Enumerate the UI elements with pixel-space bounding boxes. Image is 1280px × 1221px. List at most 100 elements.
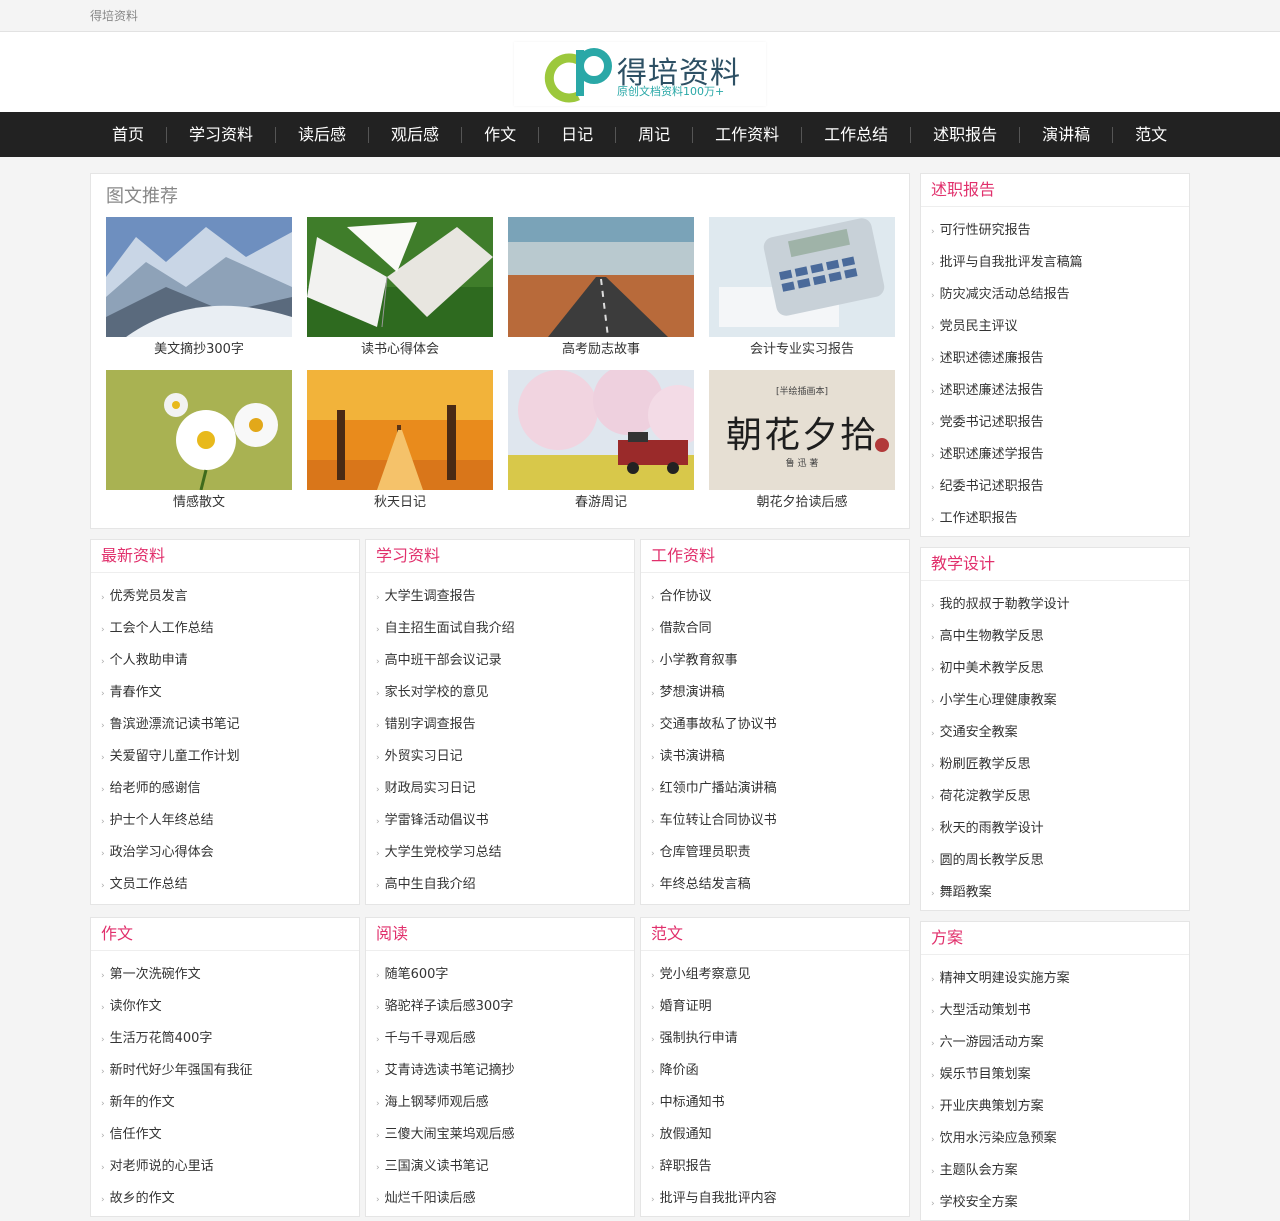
list-item[interactable]: › 强制执行申请 (651, 1023, 909, 1055)
list-item[interactable]: › 党委书记述职报告 (931, 407, 1189, 439)
list-item-link[interactable]: 述职述廉述学报告 (940, 447, 1044, 462)
list-item[interactable]: › 学校安全方案 (931, 1187, 1189, 1219)
list-item-link[interactable]: 艾青诗选读书笔记摘抄 (385, 1063, 515, 1078)
list-item[interactable]: › 文员工作总结 (101, 869, 359, 901)
list-item[interactable]: › 三傻大闹宝莱坞观后感 (376, 1119, 634, 1151)
list-item[interactable]: › 生活万花筒400字 (101, 1023, 359, 1055)
nav-item-label[interactable]: 工作总结 (802, 112, 910, 157)
list-item-link[interactable]: 开业庆典策划方案 (940, 1099, 1044, 1114)
list-item[interactable]: › 个人救助申请 (101, 645, 359, 677)
list-item-link[interactable]: 交通安全教案 (940, 725, 1018, 740)
list-item[interactable]: › 高中生自我介绍 (376, 869, 634, 901)
list-item-link[interactable]: 交通事故私了协议书 (660, 717, 777, 732)
list-item-link[interactable]: 批评与自我批评发言稿篇 (940, 255, 1083, 270)
featured-card[interactable]: 读书心得体会 (307, 217, 493, 363)
list-item-link[interactable]: 大学生调查报告 (385, 589, 476, 604)
list-item[interactable]: › 信任作文 (101, 1119, 359, 1151)
list-item-link[interactable]: 合作协议 (660, 589, 712, 604)
list-item-link[interactable]: 新时代好少年强国有我征 (110, 1063, 253, 1078)
list-item[interactable]: › 大型活动策划书 (931, 995, 1189, 1027)
list-item-link[interactable]: 自主招生面试自我介绍 (385, 621, 515, 636)
featured-caption[interactable]: 高考励志故事 (508, 337, 694, 363)
list-item-link[interactable]: 文员工作总结 (110, 877, 188, 892)
list-item[interactable]: › 外贸实习日记 (376, 741, 634, 773)
list-item[interactable]: › 中标通知书 (651, 1087, 909, 1119)
list-item[interactable]: › 车位转让合同协议书 (651, 805, 909, 837)
list-item-link[interactable]: 给老师的感谢信 (110, 781, 201, 796)
list-item-link[interactable]: 纪委书记述职报告 (940, 479, 1044, 494)
site-logo[interactable]: 得培资料 原创文档资料100万+ (514, 42, 766, 106)
list-item[interactable]: › 仓库管理员职责 (651, 837, 909, 869)
list-item[interactable]: › 青春作文 (101, 677, 359, 709)
nav-item[interactable]: 作文 (461, 112, 538, 157)
list-item-link[interactable]: 小学生心理健康教案 (940, 693, 1057, 708)
list-item[interactable]: › 红领巾广播站演讲稿 (651, 773, 909, 805)
nav-item[interactable]: 述职报告 (910, 112, 1019, 157)
list-item-link[interactable]: 新年的作文 (110, 1095, 175, 1110)
list-item[interactable]: › 艾青诗选读书笔记摘抄 (376, 1055, 634, 1087)
list-item-link[interactable]: 娱乐节目策划案 (940, 1067, 1031, 1082)
list-item-link[interactable]: 述职述德述廉报告 (940, 351, 1044, 366)
list-item[interactable]: › 自主招生面试自我介绍 (376, 613, 634, 645)
list-item[interactable]: › 述职述廉述法报告 (931, 375, 1189, 407)
list-item[interactable]: › 灿烂千阳读后感 (376, 1183, 634, 1215)
nav-item-label[interactable]: 周记 (616, 112, 692, 157)
list-item[interactable]: › 梦想演讲稿 (651, 677, 909, 709)
list-item[interactable]: › 对老师说的心里话 (101, 1151, 359, 1183)
list-item[interactable]: › 开业庆典策划方案 (931, 1091, 1189, 1123)
list-item-link[interactable]: 放假通知 (660, 1127, 712, 1142)
list-item-link[interactable]: 工会个人工作总结 (110, 621, 214, 636)
list-item[interactable]: › 三国演义读书笔记 (376, 1151, 634, 1183)
list-item-link[interactable]: 年终总结发言稿 (660, 877, 751, 892)
list-item-link[interactable]: 鲁滨逊漂流记读书笔记 (110, 717, 240, 732)
list-item-link[interactable]: 强制执行申请 (660, 1031, 738, 1046)
section-title[interactable]: 范文 (641, 918, 909, 951)
list-item[interactable]: › 护士个人年终总结 (101, 805, 359, 837)
list-item[interactable]: › 党小组考察意见 (651, 959, 909, 991)
list-item[interactable]: › 海上钢琴师观后感 (376, 1087, 634, 1119)
list-item-link[interactable]: 生活万花筒400字 (110, 1031, 213, 1046)
list-item[interactable]: › 新时代好少年强国有我征 (101, 1055, 359, 1087)
list-item-link[interactable]: 批评与自我批评内容 (660, 1191, 777, 1206)
list-item-link[interactable]: 圆的周长教学反思 (940, 853, 1044, 868)
nav-item-label[interactable]: 首页 (90, 112, 166, 157)
list-item[interactable]: › 秋天的雨教学设计 (931, 813, 1189, 845)
list-item-link[interactable]: 海上钢琴师观后感 (385, 1095, 489, 1110)
list-item[interactable]: › 合作协议 (651, 581, 909, 613)
featured-card[interactable]: 春游周记 (508, 370, 694, 516)
list-item[interactable]: › 小学生心理健康教案 (931, 685, 1189, 717)
list-item-link[interactable]: 可行性研究报告 (940, 223, 1031, 238)
list-item[interactable]: › 大学生调查报告 (376, 581, 634, 613)
list-item-link[interactable]: 骆驼祥子读后感300字 (385, 999, 514, 1014)
list-item[interactable]: › 批评与自我批评发言稿篇 (931, 247, 1189, 279)
list-item-link[interactable]: 舞蹈教案 (940, 885, 992, 900)
list-item-link[interactable]: 关爱留守儿童工作计划 (110, 749, 240, 764)
list-item[interactable]: › 财政局实习日记 (376, 773, 634, 805)
list-item-link[interactable]: 三傻大闹宝莱坞观后感 (385, 1127, 515, 1142)
list-item[interactable]: › 纪委书记述职报告 (931, 471, 1189, 503)
featured-caption[interactable]: 朝花夕拾读后感 (709, 490, 895, 516)
nav-item-label[interactable]: 范文 (1113, 112, 1189, 157)
autumn-trees-image[interactable] (307, 370, 493, 490)
list-item-link[interactable]: 党员民主评议 (940, 319, 1018, 334)
featured-caption[interactable]: 读书心得体会 (307, 337, 493, 363)
list-item[interactable]: › 圆的周长教学反思 (931, 845, 1189, 877)
list-item-link[interactable]: 粉刷匠教学反思 (940, 757, 1031, 772)
spring-train-image[interactable] (508, 370, 694, 490)
nav-item-label[interactable]: 述职报告 (911, 112, 1019, 157)
list-item[interactable]: › 鲁滨逊漂流记读书笔记 (101, 709, 359, 741)
featured-caption[interactable]: 春游周记 (508, 490, 694, 516)
list-item[interactable]: › 学雷锋活动倡议书 (376, 805, 634, 837)
list-item[interactable]: › 随笔600字 (376, 959, 634, 991)
list-item[interactable]: › 我的叔叔于勒教学设计 (931, 589, 1189, 621)
list-item[interactable]: › 年终总结发言稿 (651, 869, 909, 901)
nav-item[interactable]: 观后感 (368, 112, 461, 157)
section-title[interactable]: 作文 (91, 918, 359, 951)
section-title[interactable]: 教学设计 (921, 548, 1189, 581)
list-item-link[interactable]: 工作述职报告 (940, 511, 1018, 526)
list-item-link[interactable]: 护士个人年终总结 (110, 813, 214, 828)
nav-item-label[interactable]: 读后感 (276, 112, 368, 157)
list-item-link[interactable]: 财政局实习日记 (385, 781, 476, 796)
list-item-link[interactable]: 辞职报告 (660, 1159, 712, 1174)
list-item-link[interactable]: 高中生自我介绍 (385, 877, 476, 892)
